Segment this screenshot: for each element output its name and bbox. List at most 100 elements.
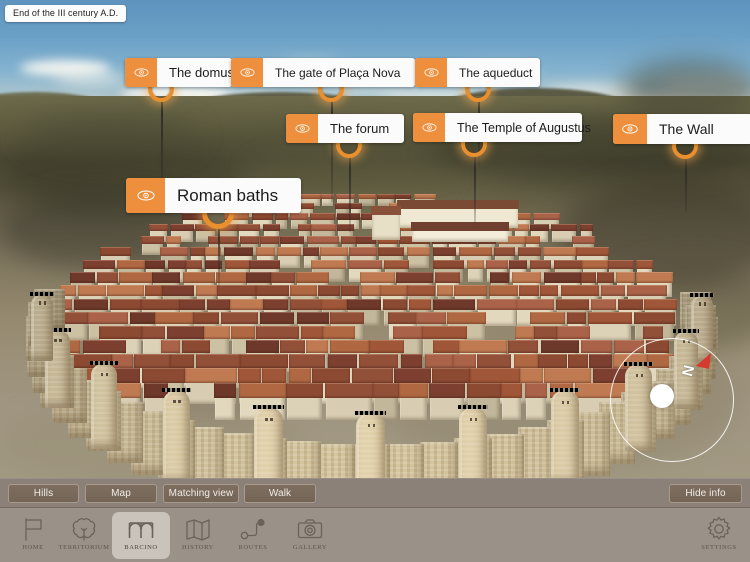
compass-handle[interactable]: [650, 384, 674, 408]
scene-viewport[interactable]: The domusThe gate of Plaça NovaThe aqued…: [0, 0, 750, 478]
tower-window: [44, 301, 46, 304]
roof: [380, 285, 406, 296]
building: [502, 395, 521, 420]
era-badge: End of the III century A.D.: [5, 5, 126, 22]
roof: [433, 260, 465, 269]
city-wall-segment: [317, 444, 355, 478]
roof: [290, 299, 322, 311]
forum-roof: [371, 206, 401, 215]
nav-item-history[interactable]: HISTORY: [169, 512, 227, 559]
roof: [572, 236, 595, 244]
compass-widget[interactable]: N: [610, 338, 734, 462]
tower-crenellation: [355, 411, 386, 415]
poi-label-the-gate-of-pla-a-nova[interactable]: The gate of Plaça Nova: [231, 58, 415, 87]
roof: [290, 285, 318, 296]
nav-item-barcino[interactable]: BARCINO: [112, 512, 170, 559]
roof: [352, 368, 394, 383]
roof: [170, 354, 194, 368]
roof: [310, 213, 335, 220]
roof: [407, 247, 430, 256]
roof: [260, 236, 278, 244]
roof: [240, 236, 259, 244]
city-wall-segment: [283, 441, 321, 478]
roof: [179, 299, 204, 311]
tower-crenellation: [162, 388, 192, 392]
poi-label-the-temple-of-augustus[interactable]: The Temple of Augustus: [413, 113, 582, 142]
wall-tower: [31, 295, 53, 362]
poi-label-the-aqueduct[interactable]: The aqueduct: [415, 58, 540, 87]
roof: [152, 272, 180, 282]
roof: [142, 326, 165, 339]
roof: [297, 312, 329, 324]
toolbar-button-walk[interactable]: Walk: [244, 484, 316, 503]
building: [287, 395, 322, 420]
roof: [597, 272, 614, 282]
roof: [335, 203, 349, 209]
nav-item-territorium[interactable]: TERRITORIUM: [55, 512, 113, 559]
roof: [280, 236, 304, 244]
roof: [328, 354, 357, 368]
toolbar-button-matching-view[interactable]: Matching view: [163, 484, 239, 503]
roof: [280, 340, 306, 354]
route-icon: [239, 514, 267, 543]
eye-icon[interactable]: [415, 58, 447, 87]
roof: [360, 272, 395, 282]
nav-item-gallery[interactable]: GALLERY: [281, 512, 339, 559]
roof: [307, 236, 339, 244]
roof: [432, 368, 470, 383]
hide-info-button[interactable]: Hide info: [669, 484, 742, 503]
poi-label-the-forum[interactable]: The forum: [286, 114, 404, 143]
roof: [225, 260, 250, 269]
roof: [554, 260, 583, 269]
roof: [409, 299, 431, 311]
eye-icon[interactable]: [286, 114, 318, 143]
forum-roof: [397, 200, 519, 209]
poi-label-the-domus[interactable]: The domus: [125, 58, 232, 87]
roof: [97, 272, 118, 282]
building: [408, 254, 429, 268]
roof: [275, 213, 288, 220]
roof: [185, 368, 236, 383]
nav-item-routes[interactable]: ROUTES: [224, 512, 282, 559]
roof: [182, 340, 209, 354]
tower-window: [54, 339, 56, 342]
eye-icon[interactable]: [125, 58, 157, 87]
roof: [467, 383, 501, 399]
eye-icon[interactable]: [126, 178, 165, 213]
eye-icon[interactable]: [413, 113, 445, 142]
roof: [373, 383, 399, 399]
eye-icon[interactable]: [613, 114, 647, 144]
poi-label-the-wall[interactable]: The Wall: [613, 114, 750, 144]
camera-icon: [296, 514, 324, 543]
roof: [486, 260, 508, 269]
marker-pole: [685, 157, 687, 213]
flag-icon: [20, 514, 46, 543]
building: [526, 395, 546, 420]
roof: [296, 272, 329, 282]
nav-item-label: TERRITORIUM: [59, 544, 110, 551]
building: [468, 267, 483, 282]
city-wall-segment: [386, 444, 424, 478]
toolbar-button-map[interactable]: Map: [85, 484, 157, 503]
roof: [377, 194, 395, 199]
nav-item-home[interactable]: HOME: [4, 512, 62, 559]
roof: [312, 368, 350, 383]
roof: [525, 383, 547, 399]
wall-tower: [91, 364, 117, 449]
eye-icon[interactable]: [231, 58, 263, 87]
poi-label-roman-baths[interactable]: Roman baths: [126, 178, 301, 213]
roof: [567, 312, 585, 324]
tower-window: [373, 424, 375, 427]
roof: [401, 354, 422, 368]
roof: [454, 285, 487, 296]
tower-window: [173, 400, 175, 403]
toolbar-button-hills[interactable]: Hills: [8, 484, 79, 503]
roof: [170, 224, 193, 231]
roof: [83, 260, 115, 269]
tower-crenellation: [458, 405, 489, 409]
roof: [256, 285, 289, 296]
tower-window: [475, 418, 477, 421]
nav-item-settings[interactable]: SETTINGS: [690, 512, 748, 559]
tower-crenellation: [30, 292, 54, 296]
marker-pole: [349, 156, 351, 232]
